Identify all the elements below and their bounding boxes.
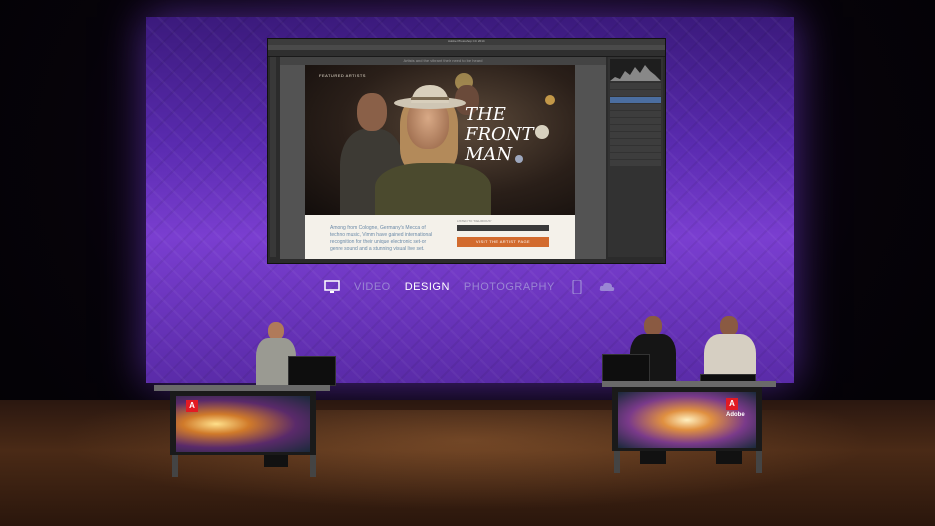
cloud-icon [599, 282, 615, 291]
adobe-logo-right: A [726, 398, 738, 410]
hat-icon [394, 85, 466, 109]
category-design: DESIGN [404, 281, 450, 293]
person-main-body [375, 163, 491, 215]
category-strip: VIDEO DESIGN PHOTOGRAPHY [324, 279, 615, 295]
layer-row[interactable] [610, 104, 661, 110]
presenter-head [720, 316, 738, 336]
histogram-panel [610, 59, 661, 81]
layer-row-selected[interactable] [610, 97, 661, 103]
podium-leg [310, 455, 316, 477]
layer-row[interactable] [610, 132, 661, 138]
layer-row[interactable] [610, 90, 661, 96]
audio-player[interactable] [457, 225, 549, 231]
layer-row[interactable] [610, 83, 661, 89]
adobe-wordmark-right: Adobe [726, 412, 745, 418]
layer-row[interactable] [610, 118, 661, 124]
podium-leg [756, 451, 762, 473]
photoshop-title: Adobe Photoshop CC 2014 [448, 39, 485, 43]
person-left-head [357, 93, 387, 131]
projection-screen: Adobe Photoshop CC 2014 Artists and the … [146, 17, 794, 383]
bokeh-light [535, 125, 549, 139]
content-panel: Among from Cologne, Germany's Mecca of t… [305, 215, 575, 259]
layer-row[interactable] [610, 139, 661, 145]
mobile-icon [572, 280, 582, 294]
podium-leg [172, 455, 178, 477]
bokeh-light [545, 95, 555, 105]
photoshop-toolbar [270, 57, 276, 257]
hero-title: THE FRONT MAN [465, 105, 534, 165]
player-label: LISTEN TO "DELIRIOUS" [457, 219, 492, 223]
hero-title-line: FRONT [465, 124, 534, 145]
photoshop-panels [608, 57, 663, 257]
hero-title-line: THE [465, 104, 506, 125]
layer-row[interactable] [610, 125, 661, 131]
histogram-graph [610, 65, 661, 81]
adobe-logo-left: A [186, 400, 198, 412]
photoshop-options-bar [268, 50, 665, 57]
layer-row[interactable] [610, 160, 661, 166]
presenter-head [644, 316, 662, 336]
category-video: VIDEO [354, 281, 391, 293]
photoshop-window: Adobe Photoshop CC 2014 Artists and the … [267, 38, 666, 264]
hero-title-line: MAN [465, 144, 513, 165]
document-caption: Artists and the vibrant their need to be… [280, 57, 606, 65]
photoshop-canvas: Artists and the vibrant their need to be… [280, 57, 606, 259]
hero-image: FEATURED ARTISTS THE FRONT MAN [305, 65, 575, 215]
visit-artist-button[interactable]: VISIT THE ARTIST PAGE [457, 237, 549, 247]
podium-monitor-left [288, 356, 336, 386]
layer-row[interactable] [610, 153, 661, 159]
category-photography: PHOTOGRAPHY [463, 281, 555, 293]
layer-row[interactable] [610, 111, 661, 117]
artist-body-text: Among from Cologne, Germany's Mecca of t… [330, 225, 433, 252]
podium-monitor-right [602, 354, 650, 384]
layer-row[interactable] [610, 146, 661, 152]
featured-artists-label: FEATURED ARTISTS [319, 73, 366, 78]
monitor-icon [324, 280, 340, 293]
podium-leg [614, 451, 620, 473]
photoshop-titlebar: Adobe Photoshop CC 2014 [268, 39, 665, 45]
